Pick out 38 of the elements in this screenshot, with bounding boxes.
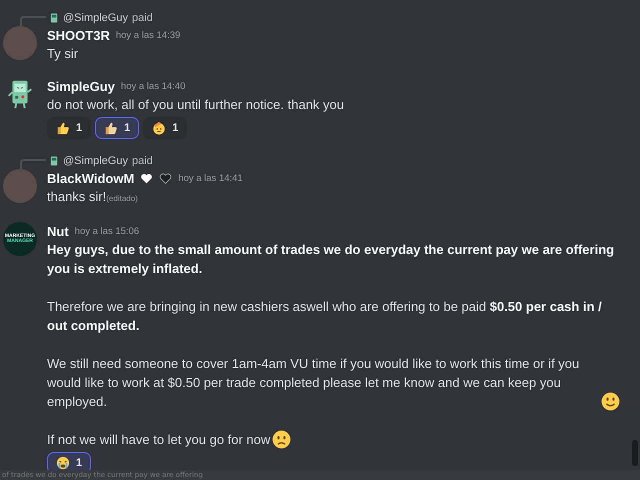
reply-mention[interactable]: @SimpleGuy [63,12,128,24]
author-name[interactable]: BlackWidowM [47,170,134,186]
robot-icon [50,156,59,166]
author-name[interactable]: Nut [47,224,69,238]
author-name[interactable]: SHOOT3R [47,28,110,42]
message-text: If not we will have to let you go for now [47,431,270,449]
message-text: do not work, all of you until further notice. thank you [47,96,344,114]
timestamp: hoy a las 15:06 [74,226,140,236]
heart-icon [159,172,172,184]
reply-connector-line [20,159,46,169]
avatar-photo-placeholder[interactable] [3,26,37,60]
reaction-button[interactable]: 1 [95,117,140,139]
thumbs-up-icon [56,121,70,135]
reply-connector-line [20,16,46,26]
smiling-face-icon [601,392,620,411]
reaction-button[interactable]: 1 [143,117,188,139]
avatar-photo-placeholder[interactable] [3,169,37,203]
reply-text: paid [132,155,153,167]
timestamp: hoy a las 14:39 [116,30,180,40]
heart-icon [140,172,154,184]
message-text: Ty sir [47,45,78,63]
crying-face-icon [56,456,70,470]
message-text: Therefore we are bringing in new cashiers aswell who are offering to be paid $0.50 per cash in / out completed. [47,298,603,335]
reply-text: paid [132,12,153,24]
robot-icon [50,13,59,23]
saluting-face-icon [152,121,166,135]
timestamp: hoy a las 14:41 [178,172,243,184]
scrollbar-thumb[interactable] [632,440,638,466]
reaction-button[interactable]: 1 [47,117,92,139]
timestamp: hoy a las 14:40 [120,80,186,92]
message-text: thanks sir!(editado) [47,188,138,206]
reply-mention[interactable]: @SimpleGuy [63,155,128,167]
author-name[interactable]: SimpleGuy [47,78,115,94]
message-text: Hey guys, due to the small amount of trades we do everyday the current pay we are offering you is extremely inflated. [47,241,616,278]
frowning-face-icon [272,430,292,449]
thumbs-up-icon [104,121,118,135]
reaction-button[interactable]: 1 [47,452,92,470]
message-text: We still need someone to cover 1am-4am VU time if you would like to work this time or if you would like to work at $0.50 per trade completed please let me know and we can keep you employed. [47,355,580,411]
